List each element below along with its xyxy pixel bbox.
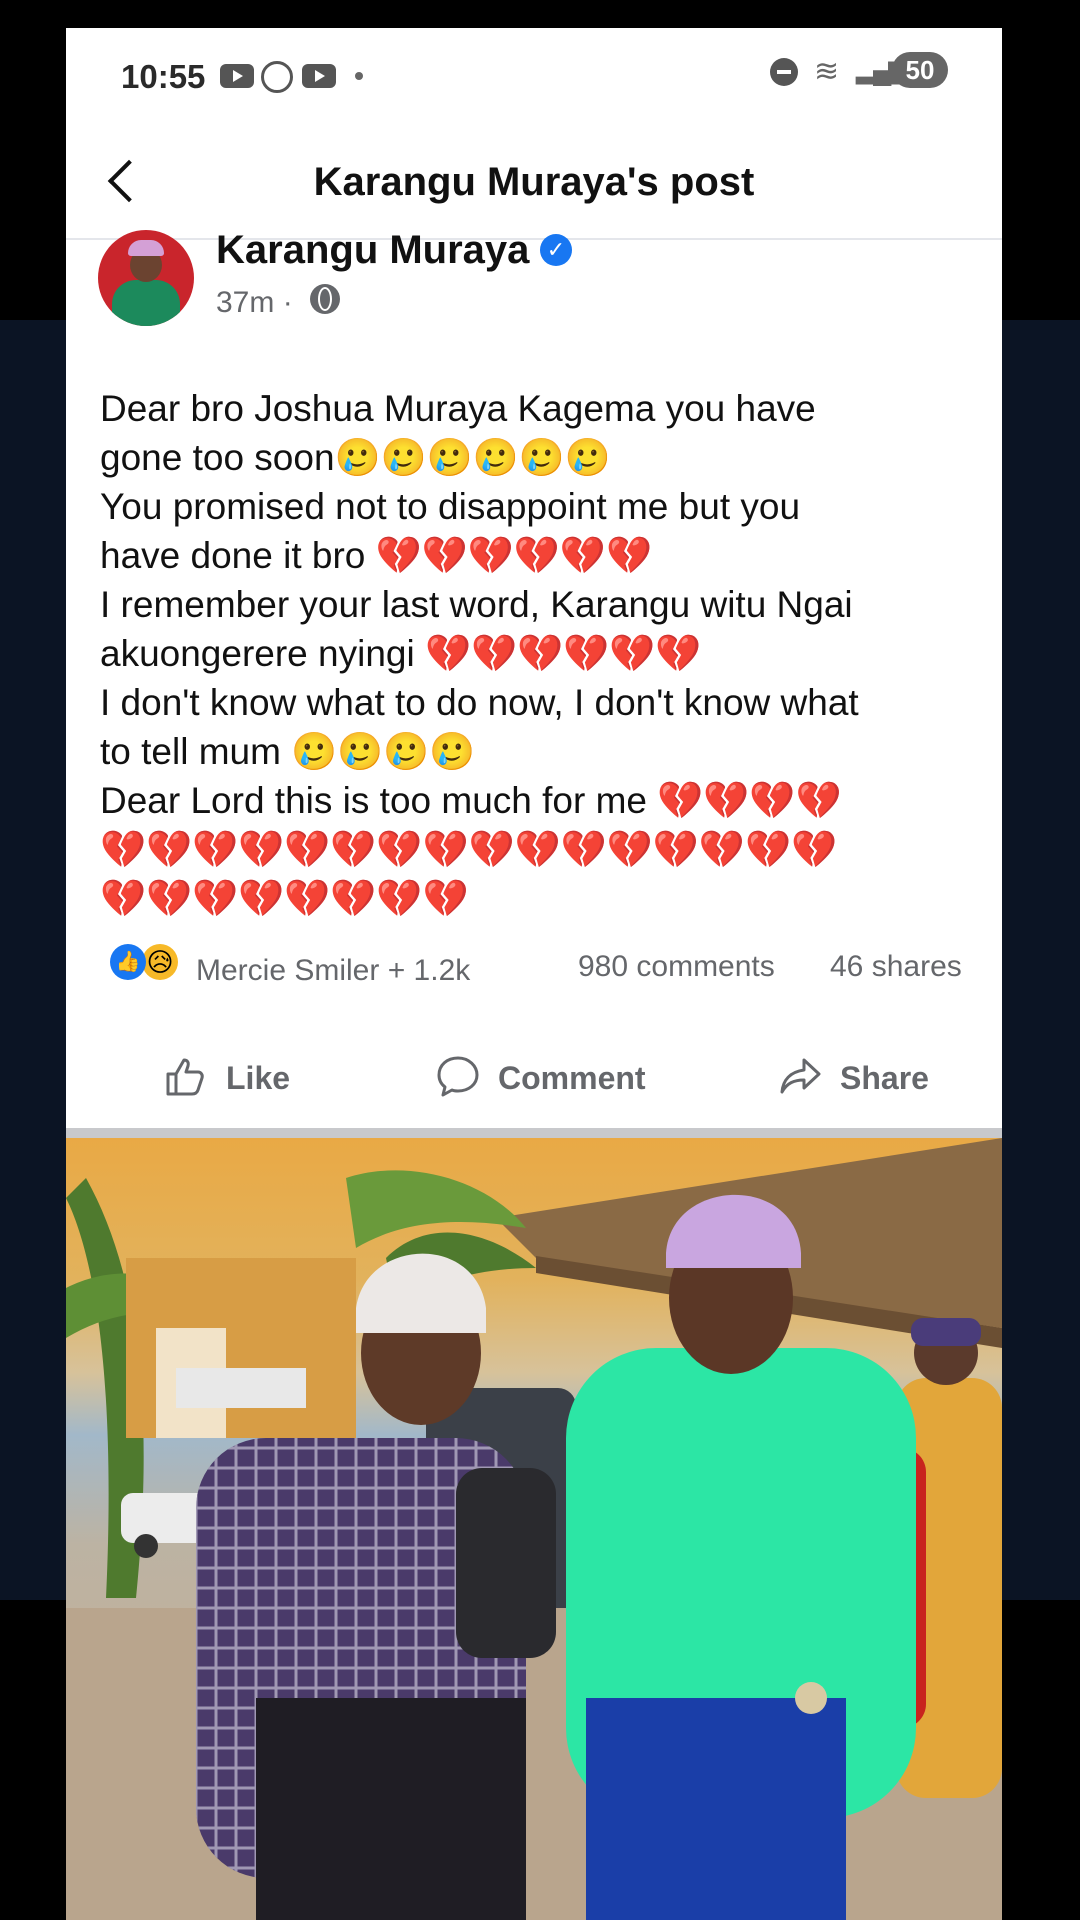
post-text-line: You promised not to disappoint me but yo… (100, 486, 801, 527)
post-photo[interactable] (66, 1138, 1002, 1920)
post-header: Karangu Muraya's post (66, 128, 1002, 240)
status-bar: 10:55 ≋ ▂▄▆ 50 (66, 28, 1002, 118)
share-label: Share (840, 1060, 929, 1096)
post-text-line: akuongerere nyingi 💔💔💔💔💔💔 (100, 633, 702, 674)
like-button[interactable]: Like (164, 1048, 344, 1108)
like-reaction-icon: 👍 (110, 944, 146, 980)
post-text-line: I remember your last word, Karangu witu … (100, 584, 853, 625)
youtube-notification-icon (220, 64, 254, 88)
post-text-line: to tell mum 🥲🥲🥲🥲 (100, 731, 476, 772)
shares-count[interactable]: 46 shares (830, 950, 962, 984)
post-text-line: have done it bro 💔💔💔💔💔💔 (100, 535, 653, 576)
comment-label: Comment (498, 1060, 646, 1096)
post-text-line: 💔💔💔💔💔💔💔💔💔💔💔💔💔💔💔💔 (100, 829, 838, 870)
battery-icon: 50 (892, 52, 948, 88)
photo-illustration (66, 1138, 1002, 1920)
wifi-icon: ≋ (814, 55, 840, 88)
share-button[interactable]: Share (778, 1048, 958, 1108)
post-text-line: gone too soon🥲🥲🥲🥲🥲🥲 (100, 437, 611, 478)
thumbs-up-icon (166, 1058, 204, 1096)
sad-reaction-icon: 😥 (142, 944, 178, 980)
comment-button[interactable]: Comment (436, 1048, 696, 1108)
post-timestamp: 37m · (216, 286, 293, 319)
whatsapp-notification-icon (261, 61, 293, 93)
post-text-line: Dear Lord this is too much for me 💔💔💔💔 (100, 780, 842, 821)
page-title: Karangu Muraya's post (313, 160, 755, 204)
share-arrow-icon (780, 1058, 821, 1094)
post-actions: Like Comment Share (66, 1018, 1002, 1138)
globe-icon (310, 284, 340, 314)
section-divider (66, 1128, 1002, 1138)
phone-screen: 10:55 ≋ ▂▄▆ 50 Karangu Muraya's post Kar… (66, 28, 1002, 1920)
status-time: 10:55 (121, 58, 206, 95)
post-text: Dear bro Joshua Muraya Kagema you have g… (100, 384, 980, 923)
do-not-disturb-icon (770, 58, 798, 86)
comment-bubble-icon (437, 1056, 479, 1097)
comments-count[interactable]: 980 comments (578, 950, 775, 984)
youtube-notification-icon (302, 64, 336, 88)
more-notifications-icon (355, 72, 363, 80)
author-avatar[interactable] (98, 230, 194, 326)
post-text-line: 💔💔💔💔💔💔💔💔 (100, 878, 469, 919)
author-name[interactable]: Karangu Muraya (216, 228, 529, 273)
like-label: Like (226, 1060, 291, 1096)
post-text-line: Dear bro Joshua Muraya Kagema you have (100, 388, 816, 429)
verified-badge-icon: ✓ (540, 234, 572, 266)
reactors-summary[interactable]: Mercie Smiler + 1.2k (196, 954, 470, 988)
post-text-line: I don't know what to do now, I don't kno… (100, 682, 859, 723)
